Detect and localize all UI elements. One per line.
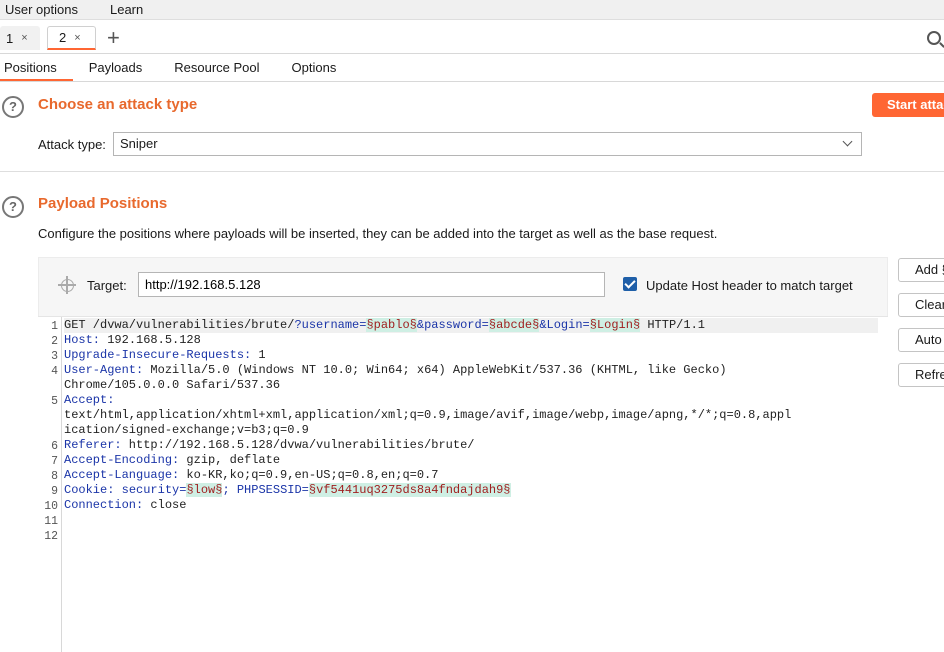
- attack-section-title: Choose an attack type: [38, 96, 198, 113]
- attack-type-select[interactable]: Sniper: [113, 132, 862, 156]
- payload-marker: §Login§: [589, 318, 641, 332]
- intruder-tab-strip: 1 × 2 × +: [0, 22, 944, 54]
- line-number: 9: [51, 485, 58, 498]
- header-name: Accept-Encoding:: [64, 453, 180, 467]
- line-number: 11: [44, 515, 58, 528]
- header-line: Accept-Encoding: gzip, deflate: [64, 453, 878, 468]
- close-icon[interactable]: ×: [21, 32, 27, 44]
- menu-learn[interactable]: Learn: [105, 1, 148, 19]
- positions-description: Configure the positions where payloads w…: [38, 226, 718, 241]
- tab-options[interactable]: Options: [276, 56, 353, 81]
- line-number: 5: [51, 395, 58, 408]
- target-label: Target:: [87, 278, 127, 293]
- line-number: 3: [51, 350, 58, 363]
- header-name: User-Agent:: [64, 363, 144, 377]
- line-number: 8: [51, 470, 58, 483]
- param-name: &password=: [416, 318, 489, 332]
- header-value: Mozilla/5.0 (Windows NT 10.0; Win64; x64…: [143, 363, 727, 377]
- header-name: Accept:: [64, 393, 115, 407]
- http-version: HTTP/1.1: [640, 318, 705, 332]
- line-number: 1: [51, 320, 58, 333]
- param-name: ?username=: [294, 318, 367, 332]
- refresh-button[interactable]: Refresh: [898, 363, 944, 387]
- cookie-name: security=: [114, 483, 187, 497]
- header-line: Cookie: security=§low§; PHPSESSID=§vf544…: [64, 483, 878, 498]
- auto-markers-button[interactable]: Auto §: [898, 328, 944, 352]
- help-icon[interactable]: ?: [2, 196, 24, 218]
- line-number: 12: [44, 530, 58, 543]
- header-line-wrap: text/html,application/xhtml+xml,applicat…: [64, 408, 792, 422]
- header-line-wrap: Chrome/105.0.0.0 Safari/537.36: [64, 378, 281, 392]
- cookie-name: ; PHPSESSID=: [222, 483, 309, 497]
- header-value: ko-KR,ko;q=0.9,en-US;q=0.8,en;q=0.7: [179, 468, 439, 482]
- header-name: Host:: [64, 333, 101, 347]
- line-number: 4: [51, 365, 58, 378]
- header-value: 192.168.5.128: [100, 333, 201, 347]
- update-host-checkbox[interactable]: [623, 277, 637, 291]
- header-value: gzip, deflate: [179, 453, 281, 467]
- payload-marker: §low§: [186, 483, 223, 497]
- header-name: Referer:: [64, 438, 122, 452]
- request-method-path: GET /dvwa/vulnerabilities/brute/: [64, 318, 295, 332]
- payload-marker: §abcde§: [488, 318, 540, 332]
- header-name: Upgrade-Insecure-Requests:: [64, 348, 252, 362]
- clear-markers-button[interactable]: Clear §: [898, 293, 944, 317]
- header-line: Upgrade-Insecure-Requests: 1: [64, 348, 878, 363]
- add-marker-button[interactable]: Add §: [898, 258, 944, 282]
- chevron-down-icon: [842, 136, 853, 147]
- tab-label: 2: [59, 30, 67, 45]
- intruder-tab-2[interactable]: 2 ×: [47, 26, 96, 50]
- add-tab-icon[interactable]: +: [107, 25, 120, 51]
- menu-user-options[interactable]: User options: [0, 1, 83, 19]
- section-divider: [0, 171, 944, 172]
- line-number: 10: [44, 500, 58, 513]
- positions-section-title: Payload Positions: [38, 195, 168, 212]
- search-icon[interactable]: [927, 31, 941, 45]
- attack-type-label: Attack type:: [38, 137, 106, 152]
- header-name: Cookie:: [64, 483, 115, 497]
- payload-marker: §vf5441uq3275ds8a4fndajdah9§: [308, 483, 511, 497]
- tab-resource-pool[interactable]: Resource Pool: [158, 56, 275, 81]
- line-number: 6: [51, 440, 58, 453]
- tab-payloads[interactable]: Payloads: [73, 56, 158, 81]
- attack-type-value: Sniper: [120, 136, 158, 151]
- header-name: Accept-Language:: [64, 468, 180, 482]
- help-icon[interactable]: ?: [2, 96, 24, 118]
- update-host-label: Update Host header to match target: [646, 278, 853, 293]
- tab-positions[interactable]: Positions: [0, 56, 73, 81]
- target-input[interactable]: [138, 272, 605, 297]
- start-attack-button[interactable]: Start attack: [872, 93, 944, 117]
- header-line: User-Agent: Mozilla/5.0 (Windows NT 10.0…: [64, 363, 878, 378]
- intruder-tab-1[interactable]: 1 ×: [0, 26, 40, 50]
- param-name: &Login=: [539, 318, 590, 332]
- header-name: Connection:: [64, 498, 144, 512]
- header-line: Referer: http://192.168.5.128/dvwa/vulne…: [64, 438, 878, 453]
- header-line: Connection: close: [64, 498, 878, 513]
- sub-tabs: Positions Payloads Resource Pool Options: [0, 56, 944, 82]
- header-line: Host: 192.168.5.128: [64, 333, 878, 348]
- header-line: Accept:: [64, 393, 878, 408]
- request-line: GET /dvwa/vulnerabilities/brute/?usernam…: [64, 318, 878, 333]
- close-icon[interactable]: ×: [74, 32, 80, 44]
- tab-label: 1: [6, 30, 14, 46]
- line-number: 2: [51, 335, 58, 348]
- crosshair-icon: [58, 276, 76, 294]
- line-number: 7: [51, 455, 58, 468]
- payload-marker: §pablo§: [366, 318, 417, 332]
- header-value: http://192.168.5.128/dvwa/vulnerabilitie…: [121, 438, 475, 452]
- header-line-wrap: ication/signed-exchange;v=b3;q=0.9: [64, 423, 309, 437]
- request-editor[interactable]: 1 2 3 4 5 6 7 8 9 10 11 12 GET /dvwa/vul…: [38, 316, 888, 652]
- header-value: close: [143, 498, 187, 512]
- menu-bar: User options Learn: [0, 0, 944, 20]
- header-value: 1: [251, 348, 266, 362]
- header-line: Accept-Language: ko-KR,ko;q=0.9,en-US;q=…: [64, 468, 878, 483]
- line-gutter: 1 2 3 4 5 6 7 8 9 10 11 12: [38, 317, 62, 652]
